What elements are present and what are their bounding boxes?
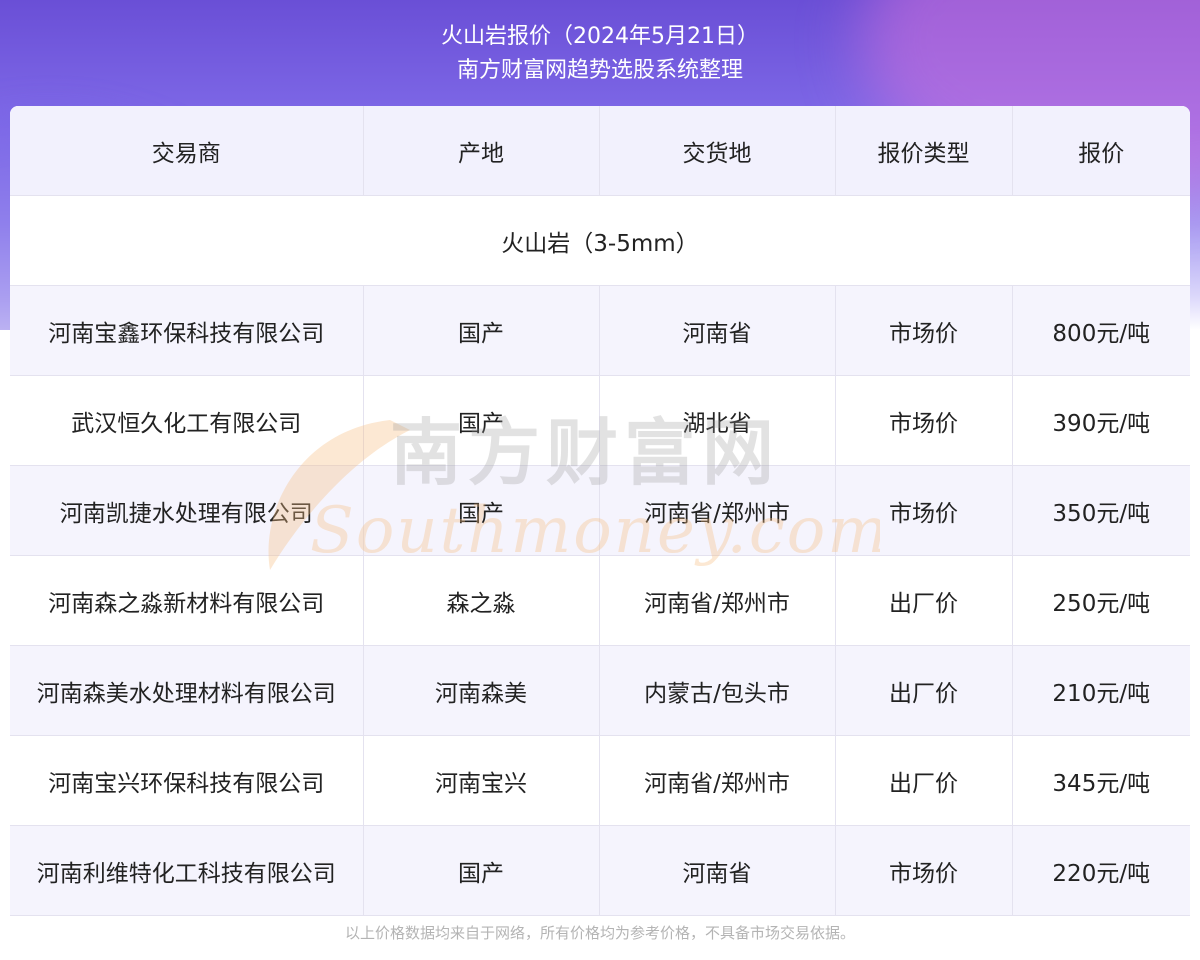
cell-origin: 国产 [362, 825, 599, 916]
cell-origin: 河南森美 [362, 645, 599, 736]
page-header: 火山岩报价（2024年5月21日） 南方财富网趋势选股系统整理 [0, 0, 1200, 106]
cell-origin: 森之淼 [362, 555, 599, 646]
cell-trader: 河南凯捷水处理有限公司 [10, 465, 363, 556]
table-row: 武汉恒久化工有限公司 国产 湖北省 市场价 390元/吨 [10, 375, 1190, 466]
table-row: 河南宝鑫环保科技有限公司 国产 河南省 市场价 800元/吨 [10, 285, 1190, 376]
cell-trader: 河南宝兴环保科技有限公司 [10, 735, 363, 826]
cell-price: 350元/吨 [1011, 465, 1190, 556]
cell-delivery-place: 河南省 [598, 285, 835, 376]
cell-price: 345元/吨 [1011, 735, 1190, 826]
cell-price: 250元/吨 [1011, 555, 1190, 646]
cell-price-type: 市场价 [834, 285, 1012, 376]
cell-origin: 河南宝兴 [362, 735, 599, 826]
table-row: 河南宝兴环保科技有限公司 河南宝兴 河南省/郑州市 出厂价 345元/吨 [10, 735, 1190, 826]
cell-delivery-place: 河南省/郑州市 [598, 735, 835, 826]
cell-delivery-place: 内蒙古/包头市 [598, 645, 835, 736]
cell-origin: 国产 [362, 285, 599, 376]
page-subtitle: 南方财富网趋势选股系统整理 [456, 58, 743, 83]
cell-delivery-place: 河南省 [598, 825, 835, 916]
column-header-trader: 交易商 [10, 106, 363, 196]
category-label: 火山岩（3-5mm） [10, 195, 1190, 286]
cell-price-type: 市场价 [834, 465, 1012, 556]
table-row: 河南森美水处理材料有限公司 河南森美 内蒙古/包头市 出厂价 210元/吨 [10, 645, 1190, 736]
price-table: 交易商 产地 交货地 报价类型 报价 火山岩（3-5mm） 河南宝鑫环保科技有限… [10, 106, 1190, 916]
cell-delivery-place: 河南省/郑州市 [598, 555, 835, 646]
cell-price-type: 市场价 [834, 825, 1012, 916]
table-row: 河南凯捷水处理有限公司 国产 河南省/郑州市 市场价 350元/吨 [10, 465, 1190, 556]
column-header-price: 报价 [1011, 106, 1190, 196]
cell-delivery-place: 湖北省 [598, 375, 835, 466]
column-header-delivery-place: 交货地 [598, 106, 835, 196]
cell-price: 220元/吨 [1011, 825, 1190, 916]
cell-price: 800元/吨 [1011, 285, 1190, 376]
cell-price-type: 出厂价 [834, 735, 1012, 826]
cell-price-type: 出厂价 [834, 645, 1012, 736]
cell-delivery-place: 河南省/郑州市 [598, 465, 835, 556]
disclaimer-note: 以上价格数据均来自于网络，所有价格均为参考价格，不具备市场交易依据。 [10, 916, 1190, 950]
cell-origin: 国产 [362, 465, 599, 556]
cell-price-type: 出厂价 [834, 555, 1012, 646]
cell-price-type: 市场价 [834, 375, 1012, 466]
cell-origin: 国产 [362, 375, 599, 466]
cell-trader: 河南森美水处理材料有限公司 [10, 645, 363, 736]
cell-trader: 武汉恒久化工有限公司 [10, 375, 363, 466]
category-row: 火山岩（3-5mm） [10, 195, 1190, 286]
page-title: 火山岩报价（2024年5月21日） [441, 24, 759, 49]
table-header-row: 交易商 产地 交货地 报价类型 报价 [10, 106, 1190, 196]
cell-trader: 河南宝鑫环保科技有限公司 [10, 285, 363, 376]
cell-price: 390元/吨 [1011, 375, 1190, 466]
price-table-card: 交易商 产地 交货地 报价类型 报价 火山岩（3-5mm） 河南宝鑫环保科技有限… [10, 106, 1190, 950]
cell-trader: 河南森之淼新材料有限公司 [10, 555, 363, 646]
table-row: 河南森之淼新材料有限公司 森之淼 河南省/郑州市 出厂价 250元/吨 [10, 555, 1190, 646]
cell-trader: 河南利维特化工科技有限公司 [10, 825, 363, 916]
cell-price: 210元/吨 [1011, 645, 1190, 736]
column-header-price-type: 报价类型 [834, 106, 1012, 196]
table-row: 河南利维特化工科技有限公司 国产 河南省 市场价 220元/吨 [10, 825, 1190, 916]
column-header-origin: 产地 [362, 106, 599, 196]
